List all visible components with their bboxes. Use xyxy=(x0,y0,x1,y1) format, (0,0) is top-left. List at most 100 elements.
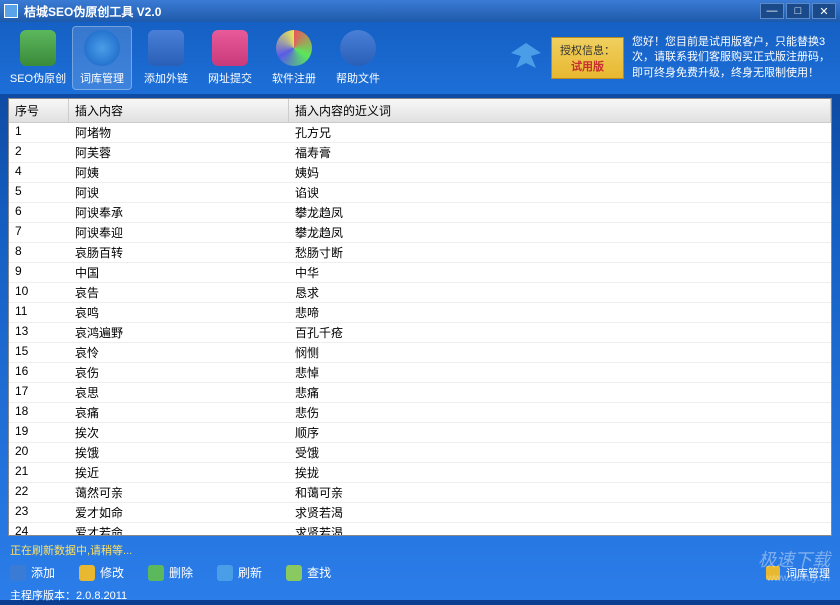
table-row[interactable]: 18哀痛悲伤 xyxy=(9,403,831,423)
edit-label: 修改 xyxy=(100,564,124,581)
status-text: 正在刷新数据中,请稍等... xyxy=(0,540,840,560)
cell-synonym: 悲啼 xyxy=(289,303,831,322)
edit-button[interactable]: 修改 xyxy=(79,564,124,581)
cell-num: 13 xyxy=(9,323,69,342)
toolbar-dict-button[interactable]: 词库管理 xyxy=(72,26,132,90)
maximize-button[interactable]: □ xyxy=(786,3,810,19)
cell-content: 阿谀奉迎 xyxy=(69,223,289,242)
cell-synonym: 求贤若渴 xyxy=(289,503,831,522)
cell-num: 5 xyxy=(9,183,69,202)
refresh-button[interactable]: 刷新 xyxy=(217,564,262,581)
table-row[interactable]: 13哀鸿遍野百孔千疮 xyxy=(9,323,831,343)
cell-synonym: 攀龙趋凤 xyxy=(289,203,831,222)
cell-content: 爱才若命 xyxy=(69,523,289,535)
table-row[interactable]: 19挨次顺序 xyxy=(9,423,831,443)
trial-info-text: 您好！您目前是试用版客户，只能替换3次，请联系我们客服购买正式版注册码，即可终身… xyxy=(632,35,832,81)
delete-label: 删除 xyxy=(169,564,193,581)
table-row[interactable]: 8哀肠百转愁肠寸断 xyxy=(9,243,831,263)
add-button[interactable]: 添加 xyxy=(10,564,55,581)
delete-icon xyxy=(148,565,164,581)
cell-synonym: 姨妈 xyxy=(289,163,831,182)
cell-synonym: 悯恻 xyxy=(289,343,831,362)
cell-num: 1 xyxy=(9,123,69,142)
cell-content: 爱才如命 xyxy=(69,503,289,522)
table-row[interactable]: 5阿谀谄谀 xyxy=(9,183,831,203)
table-row[interactable]: 22蔼然可亲和蔼可亲 xyxy=(9,483,831,503)
table-row[interactable]: 15哀怜悯恻 xyxy=(9,343,831,363)
cell-synonym: 孔方兄 xyxy=(289,123,831,142)
cell-synonym: 悲痛 xyxy=(289,383,831,402)
grid-header: 序号 插入内容 插入内容的近义词 xyxy=(9,99,831,123)
register-icon xyxy=(276,30,312,66)
window-controls: — □ ✕ xyxy=(760,3,836,19)
app-icon xyxy=(4,4,18,18)
table-row[interactable]: 9中国中华 xyxy=(9,263,831,283)
table-row[interactable]: 7阿谀奉迎攀龙趋凤 xyxy=(9,223,831,243)
cell-num: 19 xyxy=(9,423,69,442)
table-row[interactable]: 23爱才如命求贤若渴 xyxy=(9,503,831,523)
submit-icon xyxy=(212,30,248,66)
cell-num: 8 xyxy=(9,243,69,262)
cell-synonym: 愁肠寸断 xyxy=(289,243,831,262)
delete-button[interactable]: 删除 xyxy=(148,564,193,581)
minimize-button[interactable]: — xyxy=(760,3,784,19)
cell-content: 哀肠百转 xyxy=(69,243,289,262)
toolbar-label: SEO伪原创 xyxy=(10,70,66,86)
toolbar-label: 帮助文件 xyxy=(336,70,380,86)
cell-content: 哀告 xyxy=(69,283,289,302)
cell-synonym: 挨拢 xyxy=(289,463,831,482)
footer-right-link[interactable]: 词库管理 xyxy=(766,565,830,581)
search-label: 查找 xyxy=(307,564,331,581)
cell-num: 20 xyxy=(9,443,69,462)
cell-num: 15 xyxy=(9,343,69,362)
cell-num: 21 xyxy=(9,463,69,482)
cell-content: 挨近 xyxy=(69,463,289,482)
cell-synonym: 求贤若渴 xyxy=(289,523,831,535)
table-row[interactable]: 1阿堵物孔方兄 xyxy=(9,123,831,143)
search-button[interactable]: 查找 xyxy=(286,564,331,581)
titlebar: 桔城SEO伪原创工具 V2.0 — □ ✕ xyxy=(0,0,840,22)
table-row[interactable]: 2阿芙蓉福寿膏 xyxy=(9,143,831,163)
toolbar-help-button[interactable]: 帮助文件 xyxy=(328,26,388,90)
cell-content: 哀伤 xyxy=(69,363,289,382)
cell-synonym: 谄谀 xyxy=(289,183,831,202)
toolbar-label: 词库管理 xyxy=(80,70,124,86)
refresh-label: 刷新 xyxy=(238,564,262,581)
cell-synonym: 福寿膏 xyxy=(289,143,831,162)
cell-num: 22 xyxy=(9,483,69,502)
cell-content: 哀思 xyxy=(69,383,289,402)
cell-num: 7 xyxy=(9,223,69,242)
toolbar-submit-button[interactable]: 网址提交 xyxy=(200,26,260,90)
seo-icon xyxy=(20,30,56,66)
column-header-content[interactable]: 插入内容 xyxy=(69,99,289,122)
cell-num: 11 xyxy=(9,303,69,322)
table-row[interactable]: 24爱才若命求贤若渴 xyxy=(9,523,831,535)
table-row[interactable]: 6阿谀奉承攀龙趋凤 xyxy=(9,203,831,223)
cell-num: 18 xyxy=(9,403,69,422)
edit-icon xyxy=(79,565,95,581)
toolbar-seo-button[interactable]: SEO伪原创 xyxy=(8,26,68,90)
column-header-synonym[interactable]: 插入内容的近义词 xyxy=(289,99,831,122)
cell-synonym: 百孔千疮 xyxy=(289,323,831,342)
cell-content: 中国 xyxy=(69,263,289,282)
grid-body[interactable]: 1阿堵物孔方兄2阿芙蓉福寿膏4阿姨姨妈5阿谀谄谀6阿谀奉承攀龙趋凤7阿谀奉迎攀龙… xyxy=(9,123,831,535)
bird-icon xyxy=(501,38,551,78)
cell-synonym: 悲悼 xyxy=(289,363,831,382)
cell-num: 10 xyxy=(9,283,69,302)
cell-num: 16 xyxy=(9,363,69,382)
cell-content: 阿堵物 xyxy=(69,123,289,142)
cell-num: 6 xyxy=(9,203,69,222)
table-row[interactable]: 20挨饿受饿 xyxy=(9,443,831,463)
table-row[interactable]: 10哀告恳求 xyxy=(9,283,831,303)
table-row[interactable]: 17哀思悲痛 xyxy=(9,383,831,403)
table-row[interactable]: 21挨近挨拢 xyxy=(9,463,831,483)
column-header-num[interactable]: 序号 xyxy=(9,99,69,122)
table-row[interactable]: 4阿姨姨妈 xyxy=(9,163,831,183)
cell-synonym: 顺序 xyxy=(289,423,831,442)
close-button[interactable]: ✕ xyxy=(812,3,836,19)
table-row[interactable]: 16哀伤悲悼 xyxy=(9,363,831,383)
toolbar-register-button[interactable]: 软件注册 xyxy=(264,26,324,90)
toolbar-link-button[interactable]: 添加外链 xyxy=(136,26,196,90)
table-row[interactable]: 11哀鸣悲啼 xyxy=(9,303,831,323)
cell-synonym: 中华 xyxy=(289,263,831,282)
